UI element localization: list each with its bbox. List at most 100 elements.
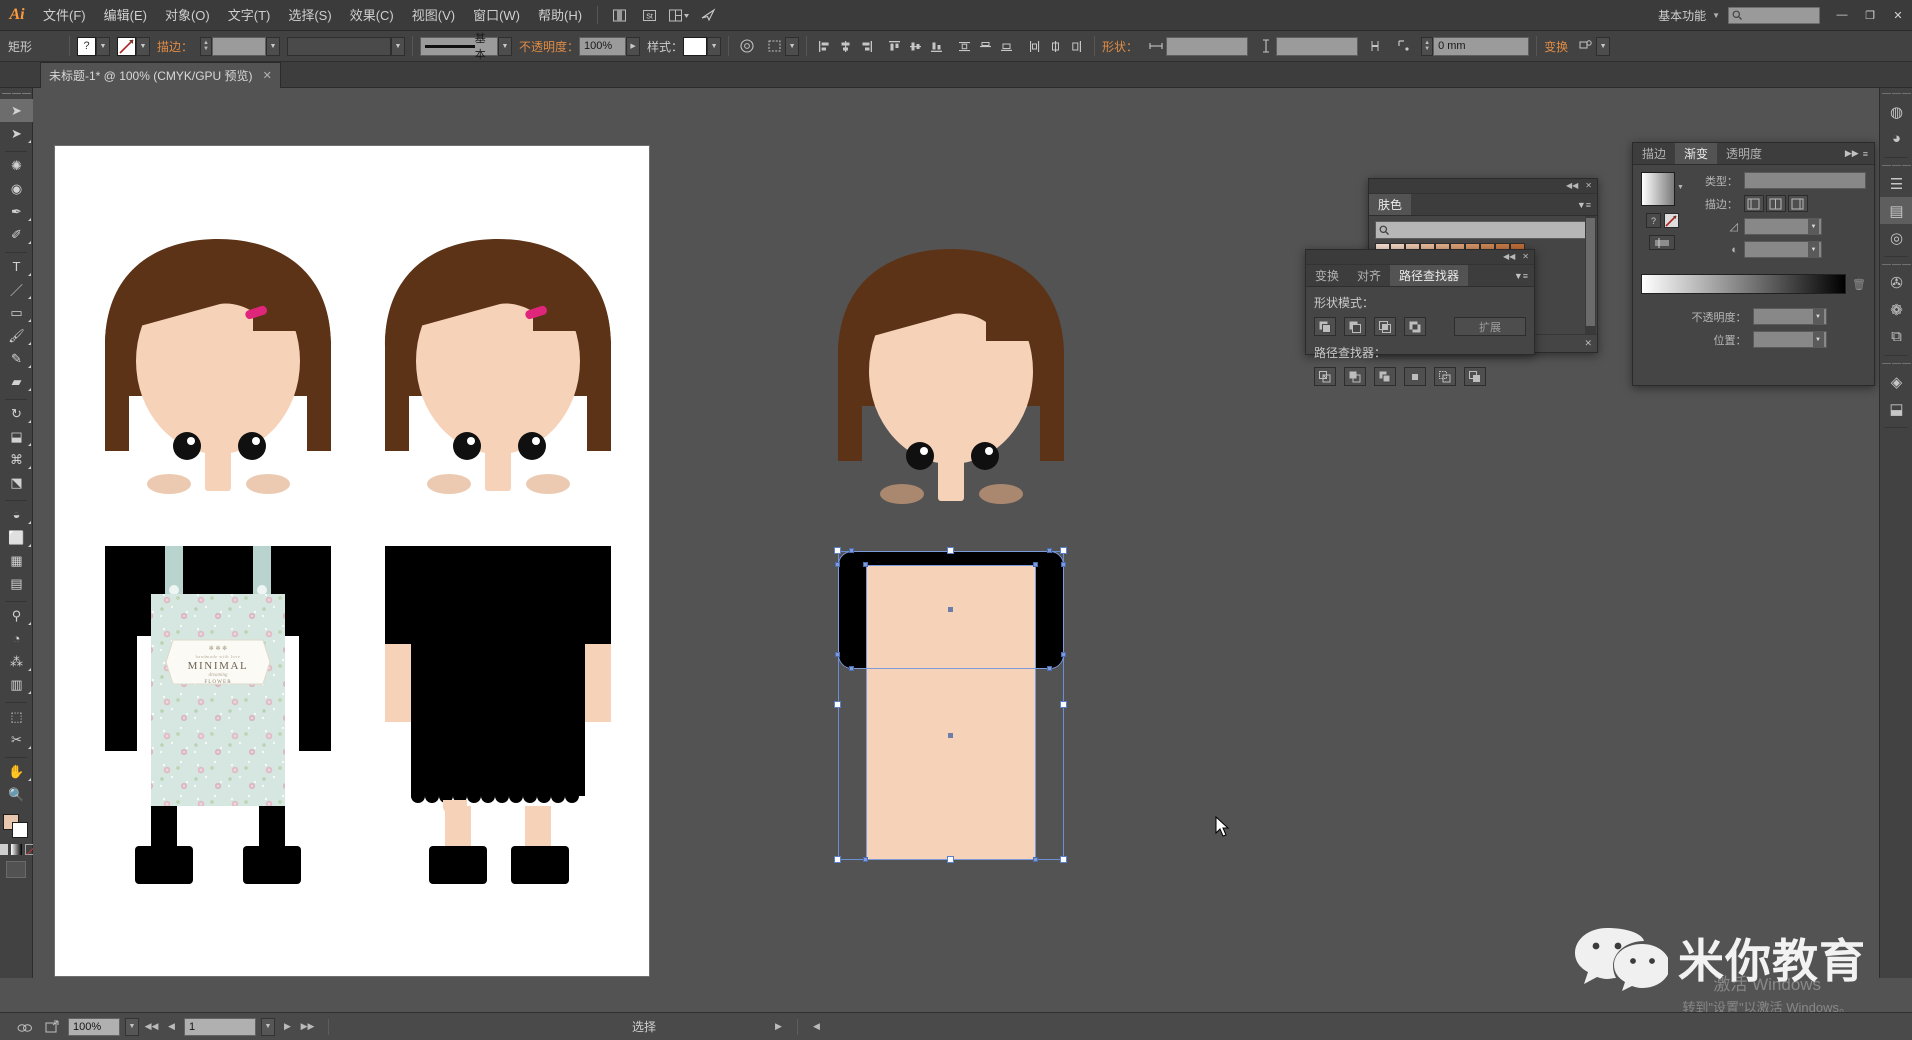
gradient-opacity-field[interactable]: ▼ (1753, 308, 1827, 325)
swatches-scrollbar[interactable] (1585, 216, 1596, 338)
menu-view[interactable]: 视图(V) (403, 0, 464, 31)
shape-builder-tool[interactable]: ◒ (0, 503, 33, 526)
brushes-panel-icon[interactable]: ✇ (1880, 269, 1912, 296)
handle-bottom-center[interactable] (947, 856, 954, 863)
status-cloud-icon[interactable] (14, 1018, 36, 1036)
menu-select[interactable]: 选择(S) (279, 0, 340, 31)
pencil-tool[interactable]: ✎ (0, 347, 33, 370)
menu-file[interactable]: 文件(F) (34, 0, 95, 31)
transform-label[interactable]: 变换 (1544, 38, 1568, 55)
anchor-point[interactable] (863, 857, 868, 862)
swatch-search-input[interactable] (1375, 221, 1591, 239)
zoom-caret-icon[interactable]: ▼ (125, 1018, 139, 1036)
preferences-icon[interactable] (1575, 36, 1596, 57)
gradient-menu-glyph[interactable]: ≡ (1863, 149, 1868, 159)
gradient-preview-swatch[interactable] (1641, 172, 1675, 206)
align-left-icon[interactable] (814, 36, 835, 57)
preferences-caret-icon[interactable]: ▼ (1596, 37, 1610, 56)
swatches-close-icon[interactable]: ✕ (1585, 182, 1592, 190)
merge-icon[interactable] (1374, 367, 1396, 386)
menu-edit[interactable]: 编辑(E) (95, 0, 156, 31)
symbols-panel-icon[interactable]: ❁ (1880, 296, 1912, 323)
tab-pathfinder[interactable]: 路径查找器 (1390, 265, 1468, 286)
zoom-tool[interactable]: 🔍 (0, 783, 33, 806)
opacity-caret-icon[interactable]: ▶ (626, 37, 640, 56)
anchor-point[interactable] (1047, 666, 1052, 671)
column-graph-tool[interactable]: ▥ (0, 673, 33, 696)
rotate-tool[interactable]: ↻ (0, 402, 33, 425)
anchor-point[interactable] (849, 666, 854, 671)
corner-radius-field[interactable]: 0 mm (1433, 37, 1529, 56)
stroke-profile-caret-icon[interactable]: ▼ (391, 37, 405, 56)
document-tab[interactable]: 未标题-1* @ 100% (CMYK/GPU 预览) ✕ (40, 62, 281, 88)
pathfinder-close-icon[interactable]: ✕ (1522, 253, 1529, 261)
width-tool[interactable]: ⌘ (0, 448, 33, 471)
tab-skin-color[interactable]: 肤色 (1369, 194, 1411, 215)
free-transform-tool[interactable]: ⬔ (0, 471, 33, 494)
fill-stroke-proxy[interactable] (3, 814, 29, 838)
distribute-bottom-icon[interactable] (996, 36, 1017, 57)
zoom-level-field[interactable]: 100% (68, 1018, 120, 1036)
gradient-icon[interactable] (11, 844, 22, 855)
anchor-point[interactable] (1061, 562, 1066, 567)
intersect-icon[interactable] (1374, 317, 1396, 336)
distribute-center-icon[interactable] (975, 36, 996, 57)
gradient-panel[interactable]: 描边 渐变 透明度 ▶▶ ≡ ▼ ? (1632, 142, 1875, 386)
workspace-caret-icon[interactable]: ▼ (1712, 11, 1720, 20)
swatches-collapse-icon[interactable]: ◀◀ (1566, 182, 1578, 190)
tab-stroke[interactable]: 描边 (1633, 143, 1675, 164)
doll-figure-3-selected[interactable] (828, 228, 1108, 908)
artboard-caret-icon[interactable]: ▼ (261, 1018, 275, 1036)
corner-type-icon[interactable] (1393, 36, 1414, 57)
color-icon[interactable] (0, 844, 8, 855)
search-input[interactable] (1728, 7, 1820, 24)
handle-top-left[interactable] (834, 547, 841, 554)
shape-width-field[interactable] (1166, 37, 1248, 56)
align-top-icon[interactable] (884, 36, 905, 57)
expand-button[interactable]: 扩展 (1454, 317, 1526, 336)
gradient-panel-menu-icon[interactable]: ▶▶ ≡ (1839, 143, 1874, 164)
document-tab-close-icon[interactable]: ✕ (263, 69, 272, 82)
menu-type[interactable]: 文字(T) (219, 0, 280, 31)
opacity-field[interactable]: 100% (579, 37, 626, 56)
status-share-icon[interactable] (41, 1018, 63, 1036)
width-link-icon[interactable] (1145, 36, 1166, 57)
swatches-panel-menu-icon[interactable]: ▼≡ (1571, 194, 1597, 215)
stroke-weight-field[interactable] (212, 37, 266, 56)
exclude-icon[interactable] (1404, 317, 1426, 336)
hand-tool[interactable]: ✋ (0, 760, 33, 783)
symbol-sprayer-tool[interactable]: ⁂ (0, 650, 33, 673)
gradient-stroke-icon[interactable] (1664, 213, 1679, 228)
curvature-tool[interactable]: ✐ (0, 223, 33, 246)
eraser-tool[interactable]: ▰ (0, 370, 33, 393)
outline-icon[interactable] (1434, 367, 1456, 386)
pen-tool[interactable]: ✒ (0, 200, 33, 223)
sync-settings-icon[interactable] (696, 4, 722, 26)
dock-group-grip[interactable] (1880, 160, 1912, 170)
crop-icon[interactable] (1404, 367, 1426, 386)
tab-gradient[interactable]: 渐变 (1675, 143, 1717, 164)
mesh-tool[interactable]: ▦ (0, 549, 33, 572)
layers-panel-icon[interactable]: ◈ (1880, 368, 1912, 395)
paintbrush-tool[interactable]: 🖌 (0, 324, 33, 347)
distribute-left-icon[interactable] (1024, 36, 1045, 57)
fill-color-swatch[interactable]: ? (77, 37, 96, 56)
handle-bottom-left[interactable] (834, 856, 841, 863)
tab-align[interactable]: 对齐 (1348, 265, 1390, 286)
direct-selection-tool[interactable]: ➤ (0, 122, 33, 145)
next-artboard-icon[interactable]: ▶ (280, 1018, 295, 1036)
stock-icon[interactable]: St (636, 4, 662, 26)
handle-mid-right[interactable] (1060, 701, 1067, 708)
anchor-point[interactable] (1047, 548, 1052, 553)
gradient-angle-field[interactable]: ▼ (1744, 218, 1822, 235)
swatch-delete-icon[interactable]: ✕ (1584, 338, 1592, 349)
anchor-point[interactable] (863, 562, 868, 567)
menu-effect[interactable]: 效果(C) (341, 0, 403, 31)
handle-bottom-right[interactable] (1060, 856, 1067, 863)
rectangle-tool[interactable]: ▭ (0, 301, 33, 324)
eyedropper-tool[interactable]: ⚲ (0, 604, 33, 627)
brush-caret-icon[interactable]: ▼ (498, 37, 512, 56)
workspace-selector[interactable]: 基本功能 (1652, 7, 1712, 24)
minus-front-icon[interactable] (1344, 317, 1366, 336)
stroke-panel-icon[interactable]: ☰ (1880, 170, 1912, 197)
